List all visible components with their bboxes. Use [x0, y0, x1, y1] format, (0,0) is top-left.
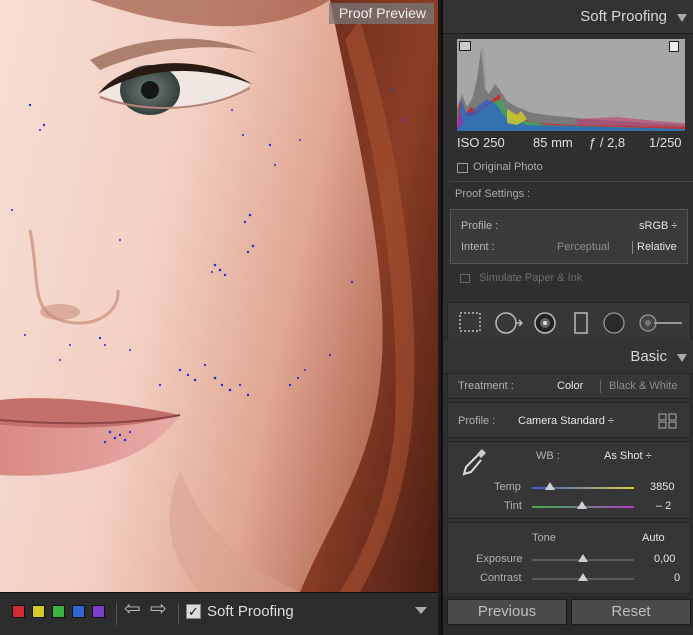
- basic-title: Basic: [630, 348, 667, 365]
- simulate-paper-label[interactable]: Simulate Paper & Ink: [479, 272, 582, 284]
- soft-proofing-checkbox[interactable]: ✓: [186, 604, 201, 619]
- bottom-button-bar: Previous Reset: [443, 596, 693, 635]
- tint-value[interactable]: – 2: [656, 500, 671, 512]
- spot-removal-icon[interactable]: [494, 311, 524, 335]
- basic-profile-select[interactable]: Camera Standard ÷: [518, 415, 614, 427]
- aperture-value: ƒ / 2,8: [589, 135, 626, 150]
- graduated-filter-icon[interactable]: [572, 311, 590, 335]
- proof-profile-label: Profile :: [461, 220, 499, 232]
- temp-label: Temp: [494, 481, 521, 493]
- toolbar-menu-chevron-icon[interactable]: [415, 607, 427, 614]
- blue-label-swatch[interactable]: [72, 605, 85, 618]
- tool-strip: [447, 302, 691, 342]
- toolbar-divider: [116, 603, 117, 625]
- left-arrow-icon[interactable]: ⇦: [124, 599, 141, 619]
- auto-tone-button[interactable]: Auto: [642, 532, 665, 544]
- green-label-swatch[interactable]: [52, 605, 65, 618]
- treatment-bw-option[interactable]: Black & White: [609, 380, 677, 392]
- treatment-color-option[interactable]: Color: [557, 380, 583, 392]
- simulate-paper-checkbox[interactable]: [460, 274, 470, 283]
- proof-preview-label: Proof Preview: [328, 3, 434, 24]
- shadow-clipping-icon[interactable]: [459, 41, 471, 51]
- original-photo-label[interactable]: Original Photo: [473, 161, 543, 173]
- original-photo-icon[interactable]: [457, 163, 468, 173]
- wb-select[interactable]: As Shot ÷: [604, 450, 652, 462]
- eyedropper-icon[interactable]: [460, 446, 488, 478]
- profile-browser-grid-icon[interactable]: [658, 413, 678, 429]
- intent-label: Intent :: [461, 241, 495, 253]
- contrast-slider-thumb[interactable]: [578, 573, 588, 581]
- exposure-value[interactable]: 0,00: [654, 553, 675, 565]
- exposure-slider-thumb[interactable]: [578, 554, 588, 562]
- photo-preview[interactable]: Proof Preview: [0, 0, 438, 592]
- right-arrow-icon[interactable]: ⇨: [150, 599, 167, 619]
- tone-label: Tone: [532, 532, 556, 544]
- portrait-image: [0, 0, 438, 592]
- treatment-row: Treatment : Color Black & White: [447, 373, 691, 399]
- contrast-value[interactable]: 0: [674, 572, 680, 584]
- radial-filter-icon[interactable]: [602, 311, 626, 335]
- exposure-label: Exposure: [476, 553, 523, 565]
- reset-button[interactable]: Reset: [571, 599, 691, 625]
- bottom-toolbar: ⇦ ⇨ ✓ Soft Proofing: [0, 592, 438, 635]
- soft-proofing-label[interactable]: Soft Proofing: [207, 603, 294, 620]
- histogram[interactable]: [457, 39, 685, 131]
- treatment-label: Treatment :: [458, 380, 514, 392]
- proof-settings-box: Profile : sRGB ÷ Intent : Perceptual Rel…: [450, 209, 688, 264]
- yellow-label-swatch[interactable]: [32, 605, 45, 618]
- basic-profile-row: Profile : Camera Standard ÷: [447, 402, 691, 438]
- contrast-label: Contrast: [480, 572, 522, 584]
- right-panel: Soft Proofing ISO 250 85 mm ƒ / 2,8 1/25…: [441, 0, 693, 635]
- iso-value: ISO 250: [457, 135, 505, 150]
- white-balance-section: WB : As Shot ÷ Temp 3850 Tint – 2: [447, 441, 691, 519]
- intent-relative-option[interactable]: Relative: [637, 241, 677, 253]
- basic-profile-label: Profile :: [458, 415, 496, 427]
- intent-divider: [632, 241, 633, 254]
- temp-slider-thumb[interactable]: [545, 482, 556, 490]
- previous-button[interactable]: Previous: [447, 599, 567, 625]
- crop-tool-icon[interactable]: [458, 311, 482, 333]
- collapse-triangle-icon[interactable]: [677, 354, 687, 362]
- toolbar-divider: [178, 603, 179, 625]
- red-eye-icon[interactable]: [533, 311, 557, 335]
- highlight-clipping-icon[interactable]: [669, 41, 679, 52]
- proof-settings-header: Proof Settings :: [449, 181, 693, 205]
- shutter-value: 1/250: [649, 135, 682, 150]
- proof-settings-label: Proof Settings :: [455, 188, 531, 200]
- soft-proofing-title: Soft Proofing: [580, 8, 667, 25]
- wb-label: WB :: [536, 450, 560, 462]
- adjustment-brush-icon[interactable]: [638, 311, 684, 335]
- focal-length-value: 85 mm: [533, 135, 573, 150]
- proof-profile-select[interactable]: sRGB ÷: [639, 220, 677, 232]
- collapse-triangle-icon[interactable]: [677, 14, 687, 22]
- tone-section: Tone Auto Exposure 0,00 Contrast 0: [447, 522, 691, 594]
- soft-proofing-header[interactable]: Soft Proofing: [443, 0, 693, 34]
- tint-label: Tint: [504, 500, 522, 512]
- purple-label-swatch[interactable]: [92, 605, 105, 618]
- treatment-divider: [600, 380, 601, 393]
- red-label-swatch[interactable]: [12, 605, 25, 618]
- temp-value[interactable]: 3850: [650, 481, 674, 493]
- lightroom-window: Proof Preview ⇦ ⇨ ✓ Soft Proofing Soft P…: [0, 0, 693, 635]
- intent-perceptual-option[interactable]: Perceptual: [557, 241, 610, 253]
- basic-header[interactable]: Basic: [443, 340, 693, 374]
- tint-slider-thumb[interactable]: [576, 501, 587, 509]
